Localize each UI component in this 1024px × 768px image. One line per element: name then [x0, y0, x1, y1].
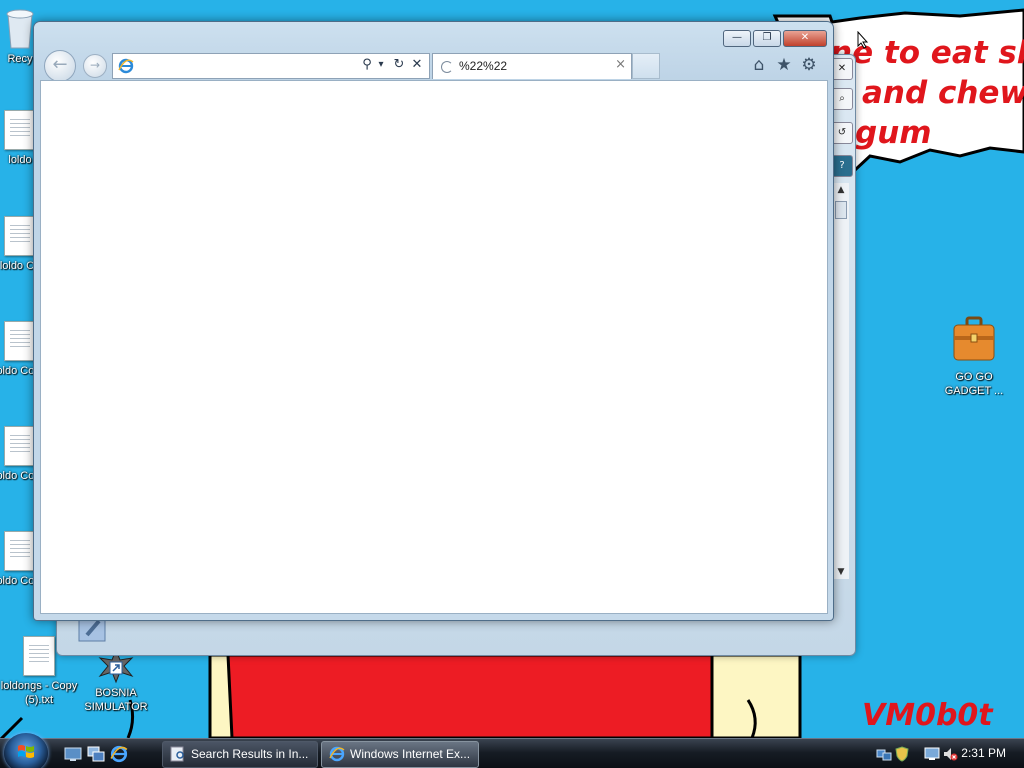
- background-window-search-button[interactable]: ⌕: [831, 88, 853, 110]
- wallpaper-signature: VM0b0t: [862, 698, 993, 733]
- settings-gear-icon[interactable]: ⚙: [799, 55, 819, 75]
- text-file-icon: [4, 426, 36, 466]
- windows-logo-icon: [18, 745, 34, 758]
- ie-window[interactable]: — ❐ ✕ ← → ⚲ ▾ ↻ ✕ %22%22 × ⌂ ★ ⚙: [33, 21, 834, 621]
- volume-muted-icon[interactable]: [942, 746, 958, 762]
- search-icon[interactable]: ⚲: [359, 56, 375, 74]
- minimize-button[interactable]: —: [723, 30, 751, 47]
- desktop-icon-label: loldongs - Copy (5).txt: [0, 680, 78, 706]
- taskbar-button-label: Search Results in In...: [191, 747, 309, 761]
- taskbar-button-label: Windows Internet Ex...: [350, 747, 471, 761]
- background-window-scrollbar[interactable]: ▲ ▼: [832, 183, 849, 579]
- background-window-close-button[interactable]: ✕: [831, 58, 853, 80]
- ie-quicklaunch-icon[interactable]: [110, 745, 128, 763]
- show-desktop-icon[interactable]: [64, 745, 82, 763]
- back-button[interactable]: ←: [44, 50, 76, 82]
- loading-spinner-icon: [441, 61, 453, 73]
- window-caption-buttons: — ❐ ✕: [723, 30, 827, 47]
- speech-text-line: gum: [855, 115, 932, 151]
- favorites-star-icon[interactable]: ★: [774, 55, 794, 75]
- text-file-icon: [4, 216, 36, 256]
- taskbar: Search Results in In... Windows Internet…: [0, 733, 1024, 768]
- ie-page-icon: [118, 58, 134, 74]
- address-dropdown-icon[interactable]: ▾: [376, 56, 386, 74]
- page-content-area[interactable]: [40, 80, 828, 614]
- tab-title: %22%22: [459, 59, 508, 73]
- switch-windows-icon[interactable]: [87, 745, 105, 763]
- tab-active[interactable]: %22%22 ×: [432, 53, 632, 79]
- background-window-help-button[interactable]: ?: [831, 155, 853, 177]
- home-icon[interactable]: ⌂: [749, 55, 769, 75]
- stop-icon[interactable]: ✕: [409, 56, 425, 74]
- taskbar-button-ie[interactable]: Windows Internet Ex...: [321, 741, 479, 768]
- desktop: ne to eat shit and chew gum VM0b0t Recy …: [0, 0, 1024, 768]
- scroll-down-arrow[interactable]: ▼: [833, 567, 849, 577]
- shield-icon[interactable]: [894, 746, 910, 762]
- text-file-icon: [4, 110, 36, 150]
- taskbar-clock[interactable]: 2:31 PM: [961, 746, 1006, 760]
- scroll-thumb[interactable]: [835, 201, 847, 219]
- refresh-icon[interactable]: ↻: [391, 56, 407, 74]
- taskbar-button-search-results[interactable]: Search Results in In...: [162, 741, 318, 768]
- desktop-icon-label: loldo: [8, 154, 32, 166]
- network-icon[interactable]: [876, 746, 892, 762]
- desktop-icon-label: Recy: [7, 53, 33, 65]
- mouse-cursor-icon: [857, 31, 869, 49]
- forward-button[interactable]: →: [83, 54, 107, 78]
- ie-icon: [329, 746, 345, 762]
- speech-text-line: and chew: [862, 75, 1024, 111]
- desktop-icon-label: BOSNIA SIMULATOR: [84, 687, 148, 713]
- address-input[interactable]: [139, 56, 353, 76]
- close-button[interactable]: ✕: [783, 30, 827, 47]
- text-file-icon: [4, 321, 36, 361]
- briefcase-icon: [953, 316, 995, 361]
- new-tab-button[interactable]: [632, 53, 660, 79]
- desktop-icon-go-go-gadget[interactable]: GO GO GADGET ...: [936, 316, 1012, 398]
- start-button[interactable]: [4, 733, 48, 768]
- background-window-refresh-button[interactable]: ↺: [831, 122, 853, 144]
- text-file-icon: [23, 636, 55, 676]
- maximize-button[interactable]: ❐: [753, 30, 781, 47]
- tab-close-icon[interactable]: ×: [615, 57, 626, 72]
- address-bar[interactable]: ⚲ ▾ ↻ ✕: [112, 53, 430, 79]
- text-file-icon: [4, 531, 36, 571]
- desktop-icon-label: GO GO GADGET ...: [944, 371, 1004, 397]
- desktop-icon-bosnia-simulator[interactable]: BOSNIA SIMULATOR: [78, 648, 154, 714]
- scroll-up-arrow[interactable]: ▲: [833, 185, 849, 195]
- display-icon[interactable]: [924, 746, 940, 762]
- search-results-icon: [170, 746, 184, 762]
- system-tray: 2:31 PM: [864, 739, 1024, 768]
